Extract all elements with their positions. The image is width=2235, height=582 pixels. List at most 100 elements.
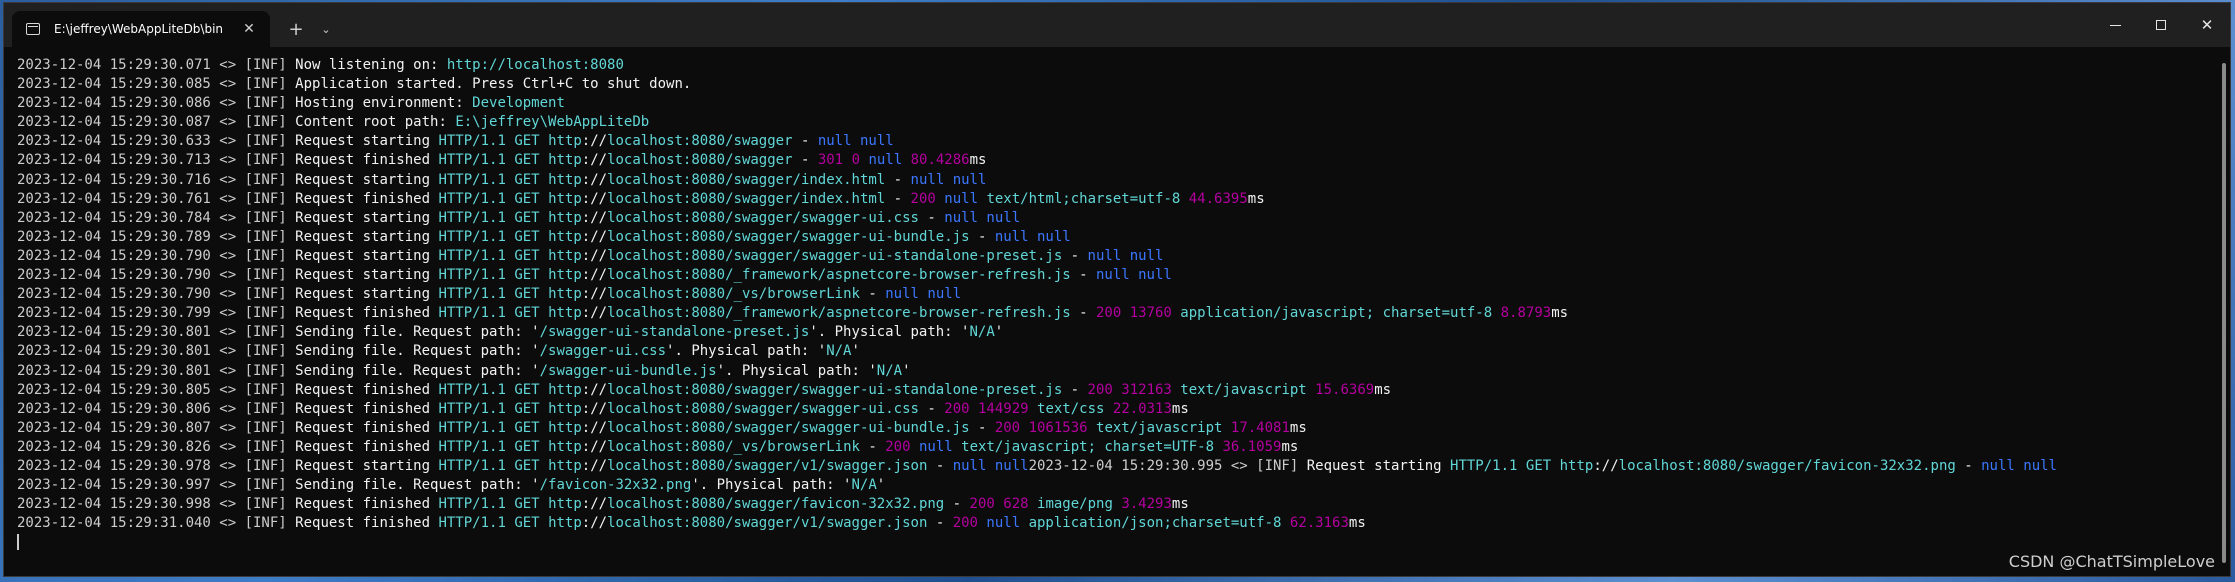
console-line: 2023-12-04 15:29:30.799 <> [INF] Request… <box>17 304 2216 323</box>
console-segment <box>1088 420 1096 436</box>
console-segment <box>1307 382 1315 398</box>
console-segment: null <box>1087 247 1122 264</box>
console-segment: 2023-12-04 15:29:30.784 <> <box>17 209 245 226</box>
console-segment: /swagger/favicon-32x32.png <box>1736 457 1956 474</box>
console-segment: - <box>859 438 886 455</box>
console-segment: N/A <box>969 324 995 341</box>
console-segment: null <box>859 133 894 150</box>
tab-close-icon[interactable]: ✕ <box>238 18 260 40</box>
console-segment: '. Physical path: ' <box>691 477 852 494</box>
watermark: CSDN @ChatTSimpleLove <box>2008 552 2215 571</box>
console-segment: http <box>548 133 582 150</box>
console-segment: 2023-12-04 15:29:30.790 <> <box>17 267 245 284</box>
console-segment: 2023-12-04 15:29:30.997 <> <box>17 477 245 494</box>
console-segment: [INF] <box>244 267 296 284</box>
console-segment: 200 <box>952 515 978 532</box>
console-line: 2023-12-04 15:29:30.807 <> [INF] Request… <box>17 419 2216 438</box>
console-segment: GET <box>514 381 540 398</box>
maximize-button[interactable] <box>2138 3 2184 47</box>
console-segment: ms <box>969 152 987 169</box>
scrollbar[interactable] <box>2222 63 2226 563</box>
terminal-icon <box>26 23 40 35</box>
console-segment: 200 <box>944 400 970 417</box>
console-segment: HTTP/1.1 <box>438 171 506 188</box>
console-segment: GET <box>514 152 540 169</box>
console-segment: :// <box>581 400 608 417</box>
console-segment: http <box>548 247 582 264</box>
console-segment: /favicon-32x32.png <box>539 477 692 494</box>
console-segment: E:\jeffrey\WebAppLiteDb <box>455 114 650 131</box>
console-segment: localhost:8080 <box>607 171 726 188</box>
console-segment: /swagger-ui-standalone-preset.js <box>539 324 810 341</box>
console-segment: ' <box>902 362 911 379</box>
console-segment: ' <box>994 324 1004 341</box>
console-segment <box>540 267 548 283</box>
console-segment: http <box>548 496 582 513</box>
console-segment: Request finished <box>295 381 439 398</box>
console-line: 2023-12-04 15:29:30.805 <> [INF] Request… <box>17 381 2216 400</box>
console-segment: Request starting <box>295 247 439 264</box>
console-segment: null <box>868 152 903 169</box>
minimize-button[interactable] <box>2092 3 2138 47</box>
console-segment <box>2015 458 2023 474</box>
console-segment <box>540 305 548 321</box>
console-segment: Request finished <box>295 152 439 169</box>
console-segment: :// <box>581 515 608 532</box>
console-segment: 2023-12-04 15:29:30.801 <> <box>17 324 245 341</box>
console-segment: 13760 <box>1129 305 1172 322</box>
console-segment: /swagger/v1/swagger.json <box>725 457 928 474</box>
console-segment: HTTP/1.1 <box>438 190 506 207</box>
console-segment: :// <box>581 457 608 474</box>
console-segment: 2023-12-04 15:29:30.801 <> <box>17 343 245 360</box>
console-segment: :// <box>581 305 608 322</box>
tab-dropdown-button[interactable]: ⌄ <box>314 11 338 47</box>
console-segment: Sending file. Request path: ' <box>295 343 540 360</box>
console-segment: 628 <box>1003 496 1029 513</box>
console-segment: [INF] <box>244 190 296 207</box>
console-segment: [INF] <box>244 228 296 245</box>
console-segment: localhost:8080 <box>607 228 726 245</box>
console-segment: Development <box>472 95 565 112</box>
console-segment <box>540 210 548 226</box>
console-segment: 2023-12-04 15:29:31.040 <> <box>17 515 245 532</box>
console-segment: GET <box>514 286 540 303</box>
console-segment: ms <box>1551 305 1569 322</box>
console-segment: null <box>944 190 978 207</box>
console-segment: Request starting <box>295 286 439 303</box>
console-segment: Hosting environment: <box>295 95 473 112</box>
console-segment: /swagger/index.html <box>725 190 886 207</box>
tab-terminal[interactable]: E:\jeffrey\WebAppLiteDb\bin\ ✕ <box>12 11 270 47</box>
console-segment: - <box>944 496 970 513</box>
console-segment: localhost:8080 <box>607 419 726 436</box>
console-segment: GET <box>1525 457 1552 474</box>
console-output[interactable]: 2023-12-04 15:29:30.071 <> [INF] Now lis… <box>4 47 2216 576</box>
console-segment: null <box>885 286 919 303</box>
console-segment <box>1121 248 1129 264</box>
console-segment <box>1517 458 1525 474</box>
console-segment: [INF] <box>244 171 296 188</box>
console-segment: 22.0313 <box>1112 400 1172 417</box>
console-segment: HTTP/1.1 <box>438 305 506 322</box>
close-button[interactable]: ✕ <box>2184 3 2230 47</box>
console-segment: Request starting <box>295 457 439 474</box>
console-segment: Request finished <box>295 419 439 436</box>
console-segment <box>1121 305 1129 321</box>
console-segment: 200 <box>969 496 995 513</box>
console-segment <box>540 420 548 436</box>
console-segment: '. Physical path: ' <box>809 324 970 341</box>
new-tab-button[interactable]: + <box>278 11 314 47</box>
console-segment: :// <box>581 381 608 398</box>
console-segment: ms <box>1171 400 1189 417</box>
console-segment: HTTP/1.1 <box>438 438 506 455</box>
console-segment: :// <box>581 190 608 207</box>
console-segment: localhost:8080 <box>607 190 726 207</box>
console-segment: [INF] <box>244 114 296 131</box>
console-segment: /swagger/swagger-ui.css <box>725 209 919 226</box>
console-segment: null <box>817 133 852 150</box>
console-segment: :// <box>1593 457 1619 474</box>
console-segment: HTTP/1.1 <box>438 515 506 532</box>
console-segment: - <box>885 190 911 207</box>
console-segment <box>1020 420 1028 436</box>
console-segment <box>986 458 994 474</box>
console-segment: 200 <box>910 190 936 207</box>
